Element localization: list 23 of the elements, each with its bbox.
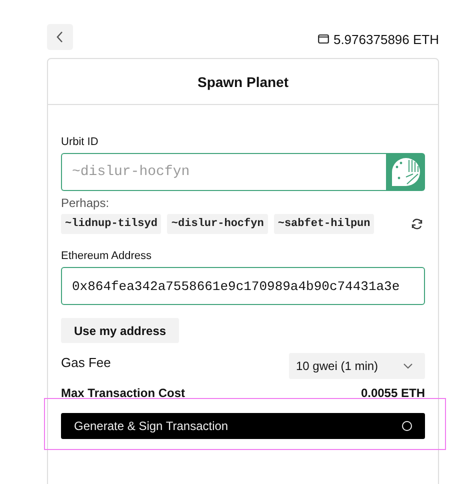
suggestion-chip[interactable]: ~sabfet-hilpun xyxy=(274,214,374,234)
wallet-icon xyxy=(318,34,330,44)
field-label: Ethereum Address xyxy=(61,250,152,262)
chevron-down-icon xyxy=(403,363,413,369)
use-my-address-button[interactable]: Use my address xyxy=(61,318,180,343)
chevron-left-icon xyxy=(56,31,64,43)
generate-sign-button[interactable]: Generate & Sign Transaction xyxy=(61,413,425,439)
field-label: Urbit ID xyxy=(61,136,98,148)
suggestion-chip[interactable]: ~lidnup-tilsyd xyxy=(61,214,162,234)
max-cost-value: 0.0055 ETH xyxy=(360,386,425,400)
card-title: Spawn Planet xyxy=(48,59,438,105)
circle-icon xyxy=(402,421,412,431)
suggestions-label: Perhaps: xyxy=(61,196,110,210)
back-button[interactable] xyxy=(47,24,73,50)
urbit-id-field[interactable]: ~dislur-hocfyn xyxy=(61,153,386,191)
balance-text: 5.976375896 ETH xyxy=(333,32,439,46)
refresh-icon[interactable] xyxy=(411,218,423,230)
suggestion-chip[interactable]: ~dislur-hocfyn xyxy=(167,214,268,234)
sigil-icon xyxy=(386,153,425,191)
gas-fee-dropdown[interactable]: 10 gwei (1 min) xyxy=(289,353,425,379)
max-cost-label: Max Transaction Cost xyxy=(61,386,186,400)
gas-fee-label: Gas Fee xyxy=(61,355,111,370)
address-field[interactable]: 0x864fea342a7558661e9c170989a4b90c74431a3e xyxy=(61,267,425,305)
